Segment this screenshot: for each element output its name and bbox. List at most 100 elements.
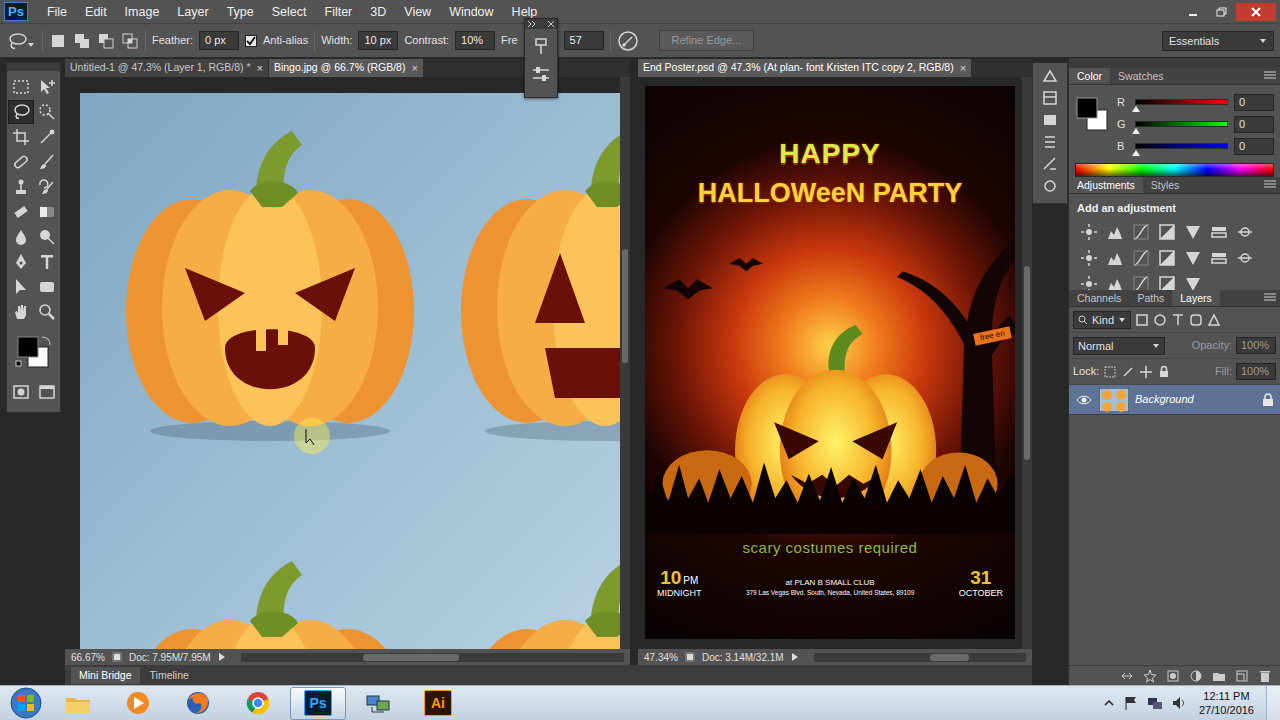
magnetic-lasso-icon[interactable]: [6, 31, 36, 51]
status-menu-arrow-icon[interactable]: [217, 652, 227, 662]
tool-button[interactable]: [8, 225, 34, 249]
path-select-tool-icon[interactable]: [11, 277, 31, 297]
tool-button[interactable]: [34, 75, 60, 99]
tool-button[interactable]: [8, 200, 34, 224]
slider-thumb[interactable]: [1132, 106, 1140, 112]
refine-edge-button[interactable]: Refine Edge...: [659, 30, 755, 51]
panel-tab[interactable]: Color: [1069, 68, 1110, 84]
healing-tool-icon[interactable]: [11, 152, 31, 172]
close-tab-button[interactable]: ×: [256, 60, 262, 77]
lock-option-icon[interactable]: [1157, 365, 1171, 379]
panel-menu-icon[interactable]: [1264, 292, 1276, 302]
close-button[interactable]: [1236, 3, 1276, 21]
eyedropper-tool-icon[interactable]: [37, 127, 57, 147]
adjustment-icon[interactable]: [1129, 223, 1153, 241]
menu-item[interactable]: 3D: [361, 2, 395, 22]
channel-value[interactable]: 0: [1234, 94, 1274, 111]
brush-settings-icon[interactable]: [530, 63, 552, 85]
document-tab-label[interactable]: End Poster.psd @ 47.3% (At plan- font Kr…: [643, 60, 954, 76]
blur-tool-icon[interactable]: [11, 227, 31, 247]
adjustment-icon[interactable]: [1233, 249, 1257, 267]
color-swatch-icon[interactable]: [1075, 91, 1109, 157]
adjustment-icon[interactable]: [1233, 223, 1257, 241]
layer-filter-icon[interactable]: [1189, 313, 1203, 327]
vertical-scrollbar[interactable]: [1022, 77, 1032, 649]
foreground-background-colors-icon[interactable]: [12, 330, 56, 376]
menu-item[interactable]: Filter: [316, 2, 362, 22]
poster-canvas[interactable]: HAPPYHALLOWeeN PARTYfree enscary costume…: [645, 86, 1015, 639]
slider-thumb[interactable]: [1132, 150, 1140, 156]
frequency-field[interactable]: 57: [564, 31, 604, 50]
blend-mode-label[interactable]: Normal: [1078, 338, 1113, 354]
panel-menu-icon[interactable]: [1264, 70, 1276, 80]
firefox-icon[interactable]: [184, 690, 212, 716]
brush-preset-icon[interactable]: [530, 35, 552, 57]
scrollbar-thumb[interactable]: [363, 654, 459, 661]
pen-pressure-icon[interactable]: [617, 30, 639, 52]
taskbar-app-button[interactable]: [230, 687, 286, 720]
tool-button[interactable]: [8, 125, 34, 149]
adjustment-icon[interactable]: [1077, 223, 1101, 241]
clone-tool-icon[interactable]: [11, 177, 31, 197]
horizontal-scrollbar[interactable]: [241, 653, 624, 662]
horizontal-scrollbar[interactable]: [814, 653, 1026, 662]
layer-action-icon[interactable]: [1189, 669, 1203, 683]
close-tab-button[interactable]: ×: [411, 60, 417, 77]
workspace-label[interactable]: Essentials: [1169, 33, 1219, 49]
tool-button[interactable]: [8, 250, 34, 274]
lock-option-icon[interactable]: [1139, 365, 1153, 379]
layer-action-icon[interactable]: [1120, 669, 1134, 683]
tool-button[interactable]: [8, 75, 34, 99]
pen-tool-icon[interactable]: [11, 252, 31, 272]
selection-mode-icon[interactable]: [73, 32, 91, 50]
marquee-tool-icon[interactable]: [11, 77, 31, 97]
lock-icon[interactable]: [1262, 393, 1274, 407]
chrome-icon[interactable]: [244, 690, 272, 716]
hand-tool-icon[interactable]: [11, 302, 31, 322]
panel-icon[interactable]: [1041, 155, 1059, 173]
restore-button[interactable]: [1208, 3, 1234, 21]
action-center-flag-icon[interactable]: [1123, 695, 1139, 711]
document-info-icon[interactable]: [111, 651, 123, 663]
opacity-field[interactable]: 100%: [1236, 337, 1276, 354]
menu-item[interactable]: Type: [218, 2, 263, 22]
move-tool-icon[interactable]: [37, 77, 57, 97]
panel-menu-button[interactable]: [1260, 289, 1280, 307]
close-tab-button[interactable]: ×: [960, 60, 966, 77]
taskbar-app-button[interactable]: [170, 687, 226, 720]
document-tab[interactable]: End Poster.psd @ 47.3% (At plan- font Kr…: [638, 59, 971, 77]
layer-name[interactable]: Background: [1135, 391, 1256, 408]
slider-thumb[interactable]: [1132, 128, 1140, 134]
panel-tab[interactable]: Adjustments: [1069, 177, 1143, 193]
close-icon[interactable]: [1250, 6, 1262, 18]
dropdown-arrow-icon[interactable]: [1152, 342, 1160, 350]
document-info-icon[interactable]: [684, 651, 696, 663]
tool-button[interactable]: [8, 300, 34, 324]
menu-item[interactable]: File: [38, 2, 76, 22]
quick-mask-icon[interactable]: [11, 382, 31, 402]
panel-tab[interactable]: Channels: [1069, 290, 1129, 306]
scrollbar-thumb[interactable]: [1024, 266, 1030, 460]
image-canvas[interactable]: [80, 93, 620, 649]
adjustment-icon[interactable]: [1103, 249, 1127, 267]
tool-button[interactable]: [34, 250, 60, 274]
crop-tool-icon[interactable]: [11, 127, 31, 147]
contrast-field[interactable]: 10%: [455, 31, 495, 50]
adjustment-icon[interactable]: [1155, 249, 1179, 267]
panel-icon[interactable]: [1041, 111, 1059, 129]
adjustment-icon[interactable]: [1181, 223, 1205, 241]
taskbar-app-button[interactable]: Ai: [410, 687, 466, 720]
menu-item[interactable]: Window: [440, 2, 502, 22]
layer-filter-dropdown[interactable]: Kind: [1073, 311, 1131, 329]
zoom-tool-icon[interactable]: [37, 302, 57, 322]
windows-start-icon[interactable]: [6, 686, 46, 720]
taskbar-app-button[interactable]: Ps: [290, 687, 346, 720]
brush-tool-icon[interactable]: [37, 152, 57, 172]
minimize-icon[interactable]: [1187, 6, 1199, 18]
show-desktop-button[interactable]: [1266, 686, 1280, 720]
layer-action-icon[interactable]: [1235, 669, 1249, 683]
adjustment-icon[interactable]: [1103, 223, 1127, 241]
close-icon[interactable]: [547, 20, 555, 28]
menu-item[interactable]: View: [395, 2, 440, 22]
eraser-tool-icon[interactable]: [11, 202, 31, 222]
